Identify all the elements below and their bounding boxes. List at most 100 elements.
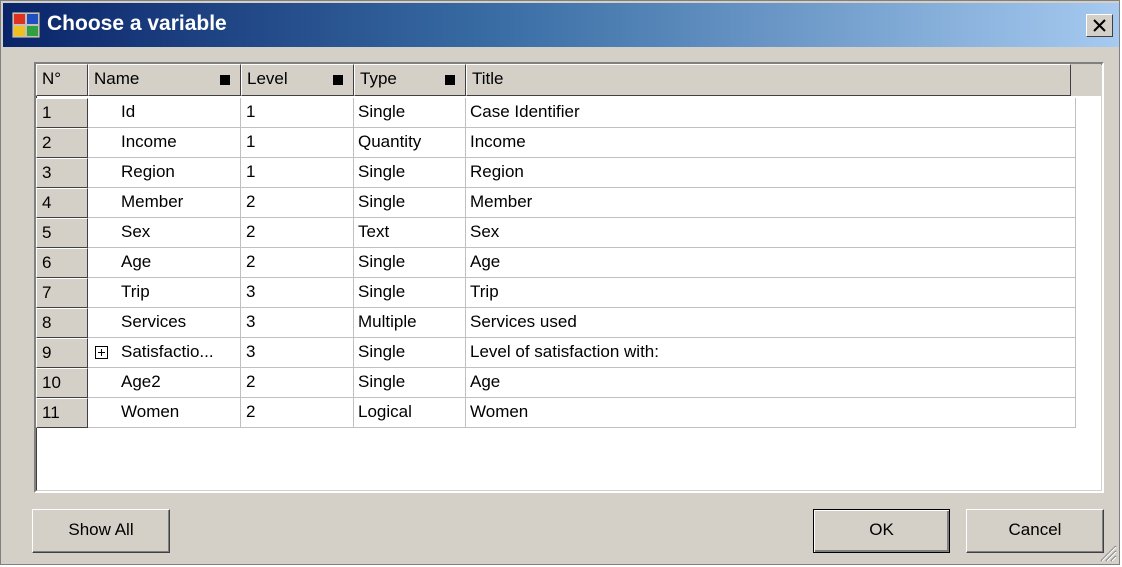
row-number[interactable]: 5	[36, 218, 88, 248]
cell-name[interactable]: Id	[88, 98, 241, 128]
cell-type[interactable]: Single	[354, 98, 466, 128]
sort-marker-icon	[445, 75, 455, 85]
cell-level[interactable]: 2	[241, 188, 354, 218]
column-header-label: Type	[360, 69, 397, 88]
variable-name: Services	[121, 312, 187, 331]
cell-title[interactable]: Age	[466, 248, 1076, 278]
table-row[interactable]: 11 Women 2 Logical Women	[36, 398, 1076, 428]
row-number[interactable]: 11	[36, 398, 88, 428]
row-number[interactable]: 8	[36, 308, 88, 338]
cell-level[interactable]: 1	[241, 128, 354, 158]
cell-name[interactable]: Member	[88, 188, 241, 218]
cell-title[interactable]: Sex	[466, 218, 1076, 248]
row-number[interactable]: 10	[36, 368, 88, 398]
column-header-name[interactable]: Name	[88, 64, 241, 96]
cell-type[interactable]: Single	[354, 278, 466, 308]
sort-marker-icon	[220, 75, 230, 85]
cell-type[interactable]: Text	[354, 218, 466, 248]
cell-type[interactable]: Quantity	[354, 128, 466, 158]
cell-name[interactable]: Women	[88, 398, 241, 428]
table-row[interactable]: 2 Income 1 Quantity Income	[36, 128, 1076, 158]
cell-name[interactable]: Region	[88, 158, 241, 188]
cell-title[interactable]: Member	[466, 188, 1076, 218]
column-header-level[interactable]: Level	[241, 64, 354, 96]
variable-name: Sex	[121, 222, 151, 241]
cell-level[interactable]: 2	[241, 218, 354, 248]
cell-type[interactable]: Single	[354, 338, 466, 368]
ok-button[interactable]: OK	[813, 509, 950, 553]
cell-name[interactable]: Trip	[88, 278, 241, 308]
table-row[interactable]: 8 Services 3 Multiple Services used	[36, 308, 1076, 338]
dialog-title: Choose a variable	[47, 12, 227, 35]
close-icon	[1093, 19, 1106, 32]
choose-variable-dialog: Choose a variable N° Name Level Type Tit…	[0, 0, 1120, 565]
cell-level[interactable]: 3	[241, 278, 354, 308]
cell-level[interactable]: 2	[241, 398, 354, 428]
cancel-button[interactable]: Cancel	[966, 509, 1104, 553]
cell-title[interactable]: Region	[466, 158, 1076, 188]
cell-level[interactable]: 2	[241, 248, 354, 278]
sort-marker-icon	[333, 75, 343, 85]
cell-level[interactable]: 3	[241, 308, 354, 338]
cell-title[interactable]: Case Identifier	[466, 98, 1076, 128]
cell-type[interactable]: Single	[354, 368, 466, 398]
table-row[interactable]: 3 Region 1 Single Region	[36, 158, 1076, 188]
cell-type[interactable]: Single	[354, 248, 466, 278]
cell-title[interactable]: Women	[466, 398, 1076, 428]
table-row[interactable]: 6 Age 2 Single Age	[36, 248, 1076, 278]
header-filler	[1071, 64, 1101, 96]
table-row[interactable]: 5 Sex 2 Text Sex	[36, 218, 1076, 248]
cell-name[interactable]: Services	[88, 308, 241, 338]
column-header-label: Level	[247, 69, 288, 88]
table-row[interactable]: 4 Member 2 Single Member	[36, 188, 1076, 218]
row-number[interactable]: 6	[36, 248, 88, 278]
cell-type[interactable]: Multiple	[354, 308, 466, 338]
variable-name: Satisfactio...	[121, 342, 214, 361]
table-row[interactable]: 7 Trip 3 Single Trip	[36, 278, 1076, 308]
column-header-number[interactable]: N°	[36, 64, 88, 96]
cell-name[interactable]: Age	[88, 248, 241, 278]
cell-level[interactable]: 2	[241, 368, 354, 398]
variable-name: Income	[121, 132, 177, 151]
cell-title[interactable]: Services used	[466, 308, 1076, 338]
row-number[interactable]: 1	[36, 98, 88, 128]
close-button[interactable]	[1086, 14, 1113, 37]
table-row[interactable]: 1 Id 1 Single Case Identifier	[36, 98, 1076, 128]
app-icon	[12, 12, 40, 38]
variable-name: Women	[121, 402, 180, 421]
variable-name: Age2	[121, 372, 161, 391]
cell-title[interactable]: Income	[466, 128, 1076, 158]
cell-name[interactable]: Income	[88, 128, 241, 158]
cell-title[interactable]: Trip	[466, 278, 1076, 308]
cell-level[interactable]: 1	[241, 158, 354, 188]
show-all-button[interactable]: Show All	[32, 509, 170, 553]
cell-name[interactable]: Satisfactio...	[88, 338, 241, 368]
grid-header-row: N° Name Level Type Title	[36, 64, 1071, 96]
row-number[interactable]: 4	[36, 188, 88, 218]
cell-title[interactable]: Level of satisfaction with:	[466, 338, 1076, 368]
cell-level[interactable]: 1	[241, 98, 354, 128]
variable-name: Age	[121, 252, 152, 271]
column-header-type[interactable]: Type	[354, 64, 466, 96]
row-number[interactable]: 7	[36, 278, 88, 308]
column-header-title[interactable]: Title	[466, 64, 1071, 96]
cell-name[interactable]: Sex	[88, 218, 241, 248]
row-number[interactable]: 2	[36, 128, 88, 158]
expand-plus-icon[interactable]	[95, 346, 108, 359]
table-row[interactable]: 9 Satisfactio... 3 Single Level of satisfact…	[36, 338, 1076, 368]
cell-type[interactable]: Single	[354, 158, 466, 188]
cell-title[interactable]: Age	[466, 368, 1076, 398]
column-header-label: N°	[42, 69, 62, 88]
row-number[interactable]: 9	[36, 338, 88, 368]
table-row[interactable]: 10 Age2 2 Single Age	[36, 368, 1076, 398]
row-number[interactable]: 3	[36, 158, 88, 188]
resize-grip-icon[interactable]	[1097, 542, 1117, 562]
cell-level[interactable]: 3	[241, 338, 354, 368]
cell-type[interactable]: Logical	[354, 398, 466, 428]
title-bar[interactable]: Choose a variable	[3, 3, 1119, 47]
variable-name: Member	[121, 192, 184, 211]
cell-type[interactable]: Single	[354, 188, 466, 218]
cell-name[interactable]: Age2	[88, 368, 241, 398]
variable-grid[interactable]: N° Name Level Type Title 1 Id 1 Single Case …	[34, 62, 1104, 493]
column-header-label: Title	[472, 69, 504, 88]
